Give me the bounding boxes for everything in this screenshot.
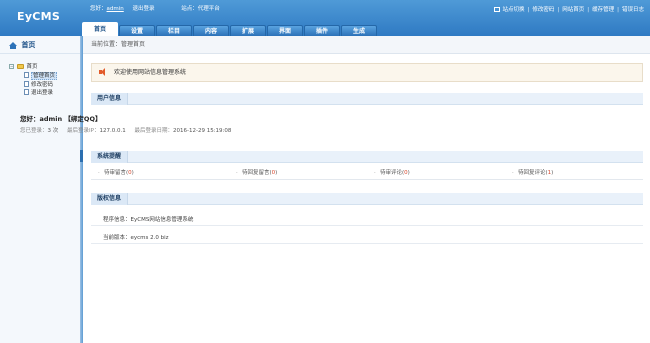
stat-label: 待审评论 [380, 170, 403, 176]
app-logo: EyCMS [17, 10, 61, 23]
site-label: 站点：代理平台 [181, 6, 220, 12]
stat-value: 0 [271, 170, 276, 176]
logout-link[interactable]: 退出登录 [133, 4, 155, 14]
login-count: 3 次 [47, 128, 59, 134]
tab-generate[interactable]: 生成 [341, 25, 377, 36]
top-header: EyCMS 您好：admin 退出登录 站点：代理平台 站点切换 | 修改密码 | 网站… [0, 0, 650, 36]
copyright-header: 版权信息 [91, 193, 643, 205]
site-switch-link[interactable]: 站点切换 [502, 7, 524, 13]
sidebar-item-label: 管理首页 [31, 72, 58, 80]
stat-label: 待回复评论 [518, 170, 546, 176]
tab-interface[interactable]: 界面 [267, 25, 303, 36]
tab-extensions[interactable]: 扩展 [230, 25, 266, 36]
sidebar-item-logout[interactable]: 退出登录 [24, 89, 80, 98]
system-stats: 待审留言(0) 待回复留言(0) 待审评论(0) 待回复评论(1) [91, 167, 643, 180]
tab-home[interactable]: 首页 [82, 22, 118, 36]
sidebar-header: 首页 [0, 36, 80, 54]
program-info-row: 程序信息：EyCMS网站信息管理系统 [91, 215, 643, 226]
system-alert-title: 系统提醒 [91, 151, 129, 163]
program-value: EyCMS网站信息管理系统 [130, 217, 194, 223]
user-info-bar: 您好：admin 退出登录 站点：代理平台 [90, 4, 220, 14]
change-password-link[interactable]: 修改密码 [532, 7, 554, 13]
last-time-label: 最后登录日期： [134, 128, 173, 134]
last-ip: 127.0.0.1 [99, 128, 126, 134]
sidebar-title: 首页 [21, 41, 36, 49]
login-meta: 您已登录：3 次 最后登录IP：127.0.0.1 最后登录日期：2016-12… [20, 126, 238, 134]
stat-value: 1 [547, 170, 552, 176]
version-value: eycms 2.0 biz [130, 235, 169, 241]
stat-label: 待回复留言 [242, 170, 270, 176]
stat-value: 0 [404, 170, 408, 176]
sidebar-item-label: 修改密码 [31, 81, 54, 88]
tab-plugins[interactable]: 插件 [304, 25, 340, 36]
sidebar-tree: − 首页 管理首页 修改密码 退出登录 [0, 54, 80, 98]
home-icon [9, 42, 17, 49]
last-time: 2016-12-29 15:19:08 [172, 128, 232, 134]
sidebar-item-change-password[interactable]: 修改密码 [24, 80, 80, 90]
version-label: 当前版本： [103, 235, 131, 241]
sidebar: 首页 − 首页 管理首页 修改密码 退出登录 [0, 36, 80, 343]
breadcrumb: 当前位置：管理首页 [83, 36, 650, 54]
page-icon [24, 89, 29, 95]
stat-pending-replies[interactable]: 待回复留言(0) [229, 167, 367, 180]
system-alert-header: 系统提醒 [91, 151, 643, 163]
login-count-label: 您已登录： [20, 128, 48, 134]
page-icon [24, 80, 29, 87]
stat-pending-comment-replies[interactable]: 待回复评论(1) [505, 167, 643, 180]
stat-value: 0 [128, 170, 132, 176]
tab-settings[interactable]: 设置 [119, 25, 155, 36]
top-links: 站点切换 | 修改密码 | 网站首页 | 缓存管理 | 错误日志 [494, 5, 644, 15]
user-info-title: 用户信息 [91, 93, 129, 105]
tree-root[interactable]: − 首页 [9, 63, 80, 72]
collapse-icon[interactable]: − [9, 64, 14, 69]
stat-pending-comments[interactable]: 待审评论(0) [367, 167, 505, 180]
speaker-icon [99, 68, 105, 76]
site-home-link[interactable]: 网站首页 [562, 7, 584, 13]
last-ip-label: 最后登录IP： [67, 128, 100, 134]
greeting-label: 您好： [90, 6, 107, 12]
stat-label: 待审留言 [104, 170, 127, 176]
welcome-text: 欢迎使用网站信息管理系统 [114, 69, 187, 76]
copyright-title: 版权信息 [91, 193, 129, 205]
sidebar-item-admin-home[interactable]: 管理首页 [24, 72, 80, 81]
main-content: 当前位置：管理首页 欢迎使用网站信息管理系统 用户信息 [83, 36, 650, 343]
main-tabs: 首页 设置 栏目 内容 扩展 界面 插件 生成 [82, 22, 378, 36]
user-info-header: 用户信息 [91, 93, 643, 105]
cache-manage-link[interactable]: 缓存管理 [592, 7, 614, 13]
error-log-link[interactable]: 错误日志 [622, 7, 644, 13]
tab-content[interactable]: 内容 [193, 25, 229, 36]
folder-icon [16, 64, 24, 69]
tree-root-label: 首页 [26, 64, 38, 70]
site-switch-icon [494, 7, 501, 12]
welcome-notice: 欢迎使用网站信息管理系统 [91, 63, 643, 82]
username-link[interactable]: admin [107, 4, 124, 14]
user-greeting: 您好：admin 【绑定QQ】 [20, 115, 102, 123]
program-label: 程序信息： [103, 217, 131, 223]
tab-columns[interactable]: 栏目 [156, 25, 192, 36]
version-info-row: 当前版本：eycms 2.0 biz [91, 233, 643, 244]
sidebar-item-label: 退出登录 [31, 90, 54, 96]
page-icon [24, 72, 29, 78]
stat-pending-messages[interactable]: 待审留言(0) [91, 167, 229, 180]
